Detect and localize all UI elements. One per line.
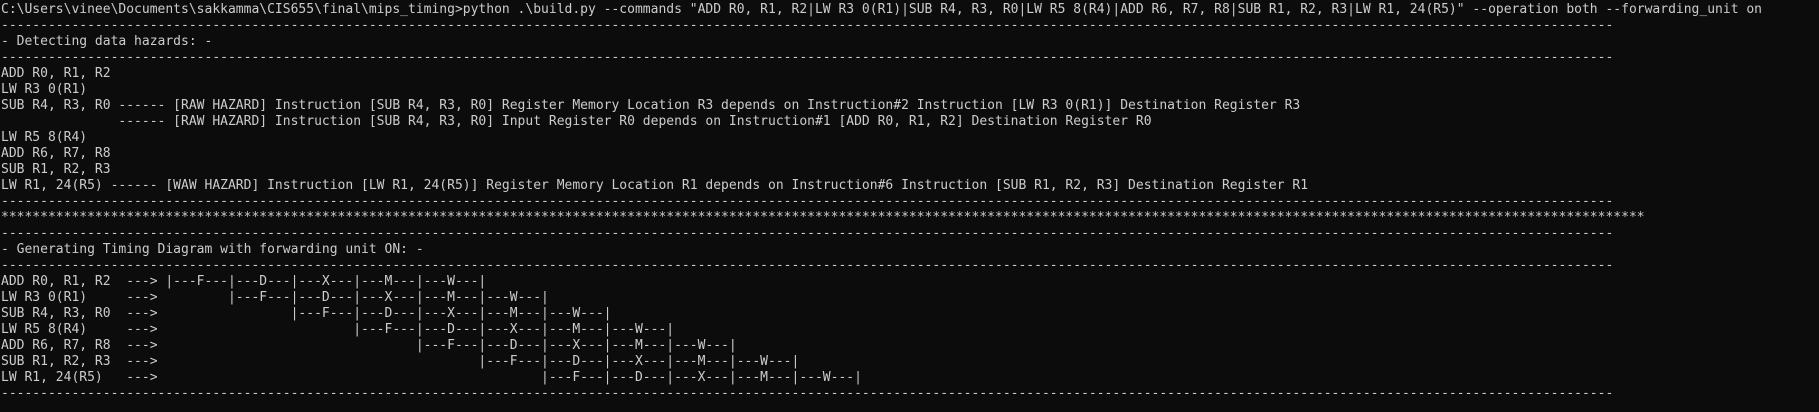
separator-line: ----------------------------------------… [1, 50, 1614, 65]
instruction-line: ADD R6, R7, R8 [1, 146, 111, 161]
section-heading-timing: - Generating Timing Diagram with forward… [1, 242, 424, 257]
timing-row: LW R3 0(R1) ---> |---F---|---D---|---X--… [1, 290, 549, 305]
timing-row: SUB R1, R2, R3 ---> |---F---|---D---|---… [1, 354, 800, 369]
instruction-line: LW R5 8(R4) [1, 130, 88, 145]
instruction-line: ADD R0, R1, R2 [1, 66, 111, 81]
section-heading-hazards: - Detecting data hazards: - [1, 34, 213, 49]
separator-line: ----------------------------------------… [1, 194, 1614, 209]
separator-line: ----------------------------------------… [1, 226, 1614, 241]
separator-line: ----------------------------------------… [1, 386, 1614, 401]
timing-row: ADD R0, R1, R2 ---> |---F---|---D---|---… [1, 274, 487, 289]
hazard-line: SUB R4, R3, R0 ------ [RAW HAZARD] Instr… [1, 98, 1301, 113]
hazard-line: LW R1, 24(R5) ------ [WAW HAZARD] Instru… [1, 178, 1309, 193]
separator-line: ----------------------------------------… [1, 18, 1614, 33]
asterisk-separator-line: ****************************************… [1, 210, 1645, 225]
timing-row: LW R1, 24(R5) ---> |---F---|---D---|---X… [1, 370, 862, 385]
terminal-output[interactable]: C:\Users\vinee\Documents\sakkamma\CIS655… [0, 0, 1819, 412]
timing-row: LW R5 8(R4) ---> |---F---|---D---|---X--… [1, 322, 675, 337]
instruction-line: LW R3 0(R1) [1, 82, 88, 97]
command-prompt-line: C:\Users\vinee\Documents\sakkamma\CIS655… [1, 2, 1762, 17]
hazard-line: ------ [RAW HAZARD] Instruction [SUB R4,… [1, 114, 1152, 129]
instruction-line: SUB R1, R2, R3 [1, 162, 111, 177]
timing-row: ADD R6, R7, R8 ---> |---F---|---D---|---… [1, 338, 737, 353]
separator-line: ----------------------------------------… [1, 258, 1614, 273]
timing-row: SUB R4, R3, R0 ---> |---F---|---D---|---… [1, 306, 612, 321]
